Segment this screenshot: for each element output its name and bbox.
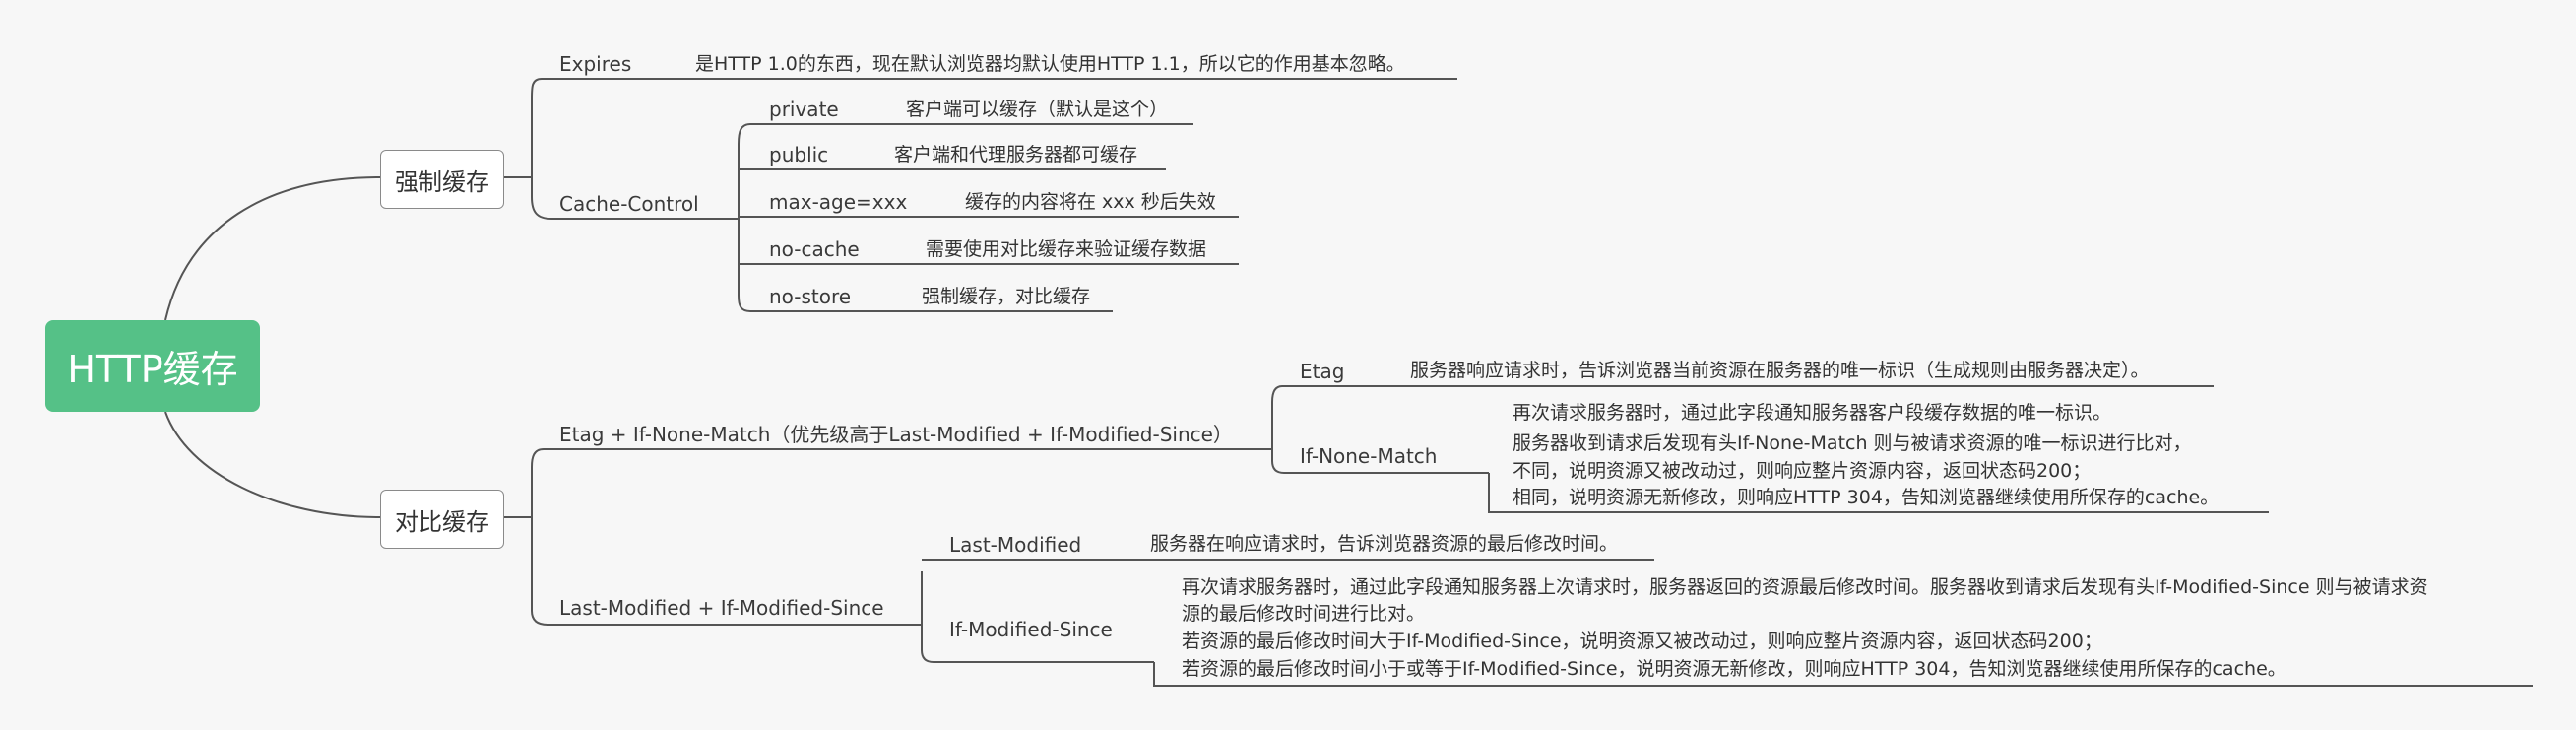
if-none-match-line-1: 再次请求服务器时，通过此字段通知服务器客户段缓存数据的唯一标识。 [1513, 402, 2112, 424]
cc-item-max-age[interactable]: max-age=xxx [769, 192, 907, 212]
strong-cache-label: 强制缓存 [395, 167, 489, 196]
mind-map: HTTP缓存 强制缓存 Expires 是HTTP 1.0的东西，现在默认浏览器… [0, 0, 2576, 730]
etag-group-node[interactable]: Etag + If-None-Match（优先级高于Last-Modified … [559, 425, 1233, 444]
compare-cache-label: 对比缓存 [395, 507, 489, 536]
if-modified-since-line-2: 源的最后修改时间进行比对。 [1182, 603, 1426, 625]
lm-group-node[interactable]: Last-Modified + If-Modified-Since [559, 598, 884, 618]
root-label: HTTP缓存 [67, 348, 238, 391]
cc-item-no-store[interactable]: no-store [769, 287, 851, 306]
if-none-match-node[interactable]: If-None-Match [1300, 446, 1437, 466]
cache-control-node[interactable]: Cache-Control [559, 194, 699, 214]
expires-desc: 是HTTP 1.0的东西，现在默认浏览器均默认使用HTTP 1.1，所以它的作用… [695, 53, 1405, 75]
strong-cache-node[interactable]: 强制缓存 [380, 150, 504, 209]
if-modified-since-node[interactable]: If-Modified-Since [949, 620, 1113, 639]
if-none-match-line-2: 服务器收到请求后发现有头If-None-Match 则与被请求资源的唯一标识进行… [1513, 432, 2192, 454]
cc-item-no-cache-desc: 需要使用对比缓存来验证缓存数据 [926, 238, 1207, 260]
etag-desc: 服务器响应请求时，告诉浏览器当前资源在服务器的唯一标识（生成规则由服务器决定）。 [1410, 360, 2150, 381]
cc-item-private-desc: 客户端可以缓存（默认是这个） [906, 99, 1169, 120]
last-modified-desc: 服务器在响应请求时，告诉浏览器资源的最后修改时间。 [1150, 533, 1619, 555]
if-modified-since-line-1: 再次请求服务器时，通过此字段通知服务器上次请求时，服务器返回的资源最后修改时间。… [1182, 576, 2428, 598]
last-modified-node[interactable]: Last-Modified [949, 535, 1081, 555]
cc-item-max-age-desc: 缓存的内容将在 xxx 秒后失效 [965, 191, 1216, 213]
if-none-match-line-3: 不同，说明资源又被改动过，则响应整片资源内容，返回状态码200； [1513, 460, 2092, 482]
etag-node[interactable]: Etag [1300, 362, 1344, 381]
root-node[interactable]: HTTP缓存 [45, 320, 260, 412]
compare-cache-node[interactable]: 对比缓存 [380, 490, 504, 549]
expires-node[interactable]: Expires [559, 54, 631, 74]
cc-item-public[interactable]: public [769, 145, 828, 165]
cc-item-no-store-desc: 强制缓存，对比缓存 [922, 286, 1091, 307]
if-modified-since-line-3: 若资源的最后修改时间大于If-Modified-Since，说明资源又被改动过，… [1182, 630, 2102, 652]
cc-item-private[interactable]: private [769, 100, 839, 119]
if-modified-since-line-4: 若资源的最后修改时间小于或等于If-Modified-Since，说明资源无新修… [1182, 658, 2286, 680]
if-none-match-line-4: 相同，说明资源无新修改，则响应HTTP 304，告知浏览器继续使用所保存的cac… [1513, 487, 2220, 508]
cc-item-public-desc: 客户端和代理服务器都可缓存 [894, 144, 1138, 166]
cc-item-no-cache[interactable]: no-cache [769, 239, 860, 259]
